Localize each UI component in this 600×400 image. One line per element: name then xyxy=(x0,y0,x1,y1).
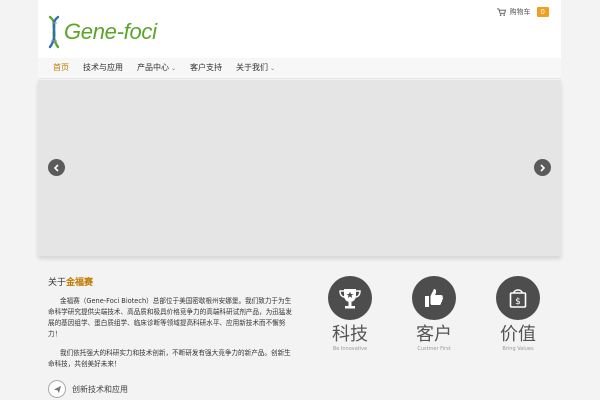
svg-text:$: $ xyxy=(515,297,521,307)
nav-item-label: 客户支持 xyxy=(190,63,223,72)
cart-label: 购物车 xyxy=(509,8,531,16)
chevron-right-icon xyxy=(540,163,546,172)
about-section: 关于金福赛 金福赛（Gene-Foci Biotech）总部位于美国密歇根州安娜… xyxy=(48,275,293,378)
about-title-highlight[interactable]: 金福赛 xyxy=(66,278,93,288)
value-title: 客户 xyxy=(416,324,452,345)
value-circle: $ xyxy=(496,276,540,320)
innovation-label: 创新技术和应用 xyxy=(72,384,128,394)
value-title: 价值 xyxy=(500,324,536,345)
innovation-heading[interactable]: 创新技术和应用 xyxy=(48,380,128,398)
header: Gene-foci 购物车 0 xyxy=(38,0,561,59)
slider-next-button[interactable] xyxy=(534,159,551,176)
nav-item-label: 首页 xyxy=(53,63,69,72)
chevron-down-icon: ⌄ xyxy=(171,65,177,72)
logo[interactable]: Gene-foci xyxy=(46,14,157,50)
nav-item-technology[interactable]: 技术与应用 xyxy=(76,58,130,78)
cart-button[interactable]: 购物车 0 xyxy=(496,7,549,17)
value-worth[interactable]: $ 价值 Bring Values xyxy=(488,276,548,353)
chevron-left-icon xyxy=(53,163,59,172)
cart-icon xyxy=(496,8,506,16)
shopping-bag-icon: $ xyxy=(509,289,527,308)
about-paragraph: 我们依托强大的科研实力和技术创新，不断研发有强大竞争力的新产品。创新生命科技，共… xyxy=(48,349,291,368)
value-title: 科技 xyxy=(332,324,368,345)
nav-item-label: 产品中心 xyxy=(137,63,169,72)
value-subtitle: Be Innovative xyxy=(332,346,368,352)
values-section: 科技 Be Innovative 客户 Custmer First $ 价值 B… xyxy=(318,276,560,366)
page: Gene-foci 购物车 0 首页 技术与应用 产品中心 ⌄ 客户支持 关于我们… xyxy=(0,0,600,400)
about-paragraph: 金福赛（Gene-Foci Biotech）总部位于美国密歇根州安娜堡。我们致力… xyxy=(48,297,292,338)
value-technology[interactable]: 科技 Be Innovative xyxy=(320,276,380,353)
nav-item-about[interactable]: 关于我们 ⌄ xyxy=(229,58,282,78)
value-circle xyxy=(328,276,372,320)
logo-text: Gene-foci xyxy=(64,19,157,44)
value-circle xyxy=(412,276,456,320)
hero-slider xyxy=(38,80,561,256)
value-customer[interactable]: 客户 Custmer First xyxy=(404,276,464,353)
value-subtitle: Custmer First xyxy=(417,346,451,352)
thumbs-up-icon xyxy=(425,289,444,307)
nav-item-label: 关于我们 xyxy=(236,63,269,72)
chevron-down-icon: ⌄ xyxy=(270,65,276,72)
value-subtitle: Bring Values xyxy=(502,346,534,352)
nav-item-support[interactable]: 客户支持 xyxy=(183,58,229,78)
nav-item-home[interactable]: 首页 xyxy=(46,58,76,78)
main-nav: 首页 技术与应用 产品中心 ⌄ 客户支持 关于我们 ⌄ xyxy=(38,58,561,79)
paper-plane-icon xyxy=(48,380,66,398)
dna-logo-icon xyxy=(48,15,60,49)
slider-prev-button[interactable] xyxy=(48,159,65,176)
trophy-icon xyxy=(339,289,361,309)
nav-item-label: 技术与应用 xyxy=(83,63,123,72)
about-title-prefix: 关于 xyxy=(48,278,67,288)
about-title: 关于金福赛 xyxy=(48,275,293,288)
nav-item-products[interactable]: 产品中心 ⌄ xyxy=(130,58,183,78)
cart-count-badge: 0 xyxy=(536,7,549,17)
